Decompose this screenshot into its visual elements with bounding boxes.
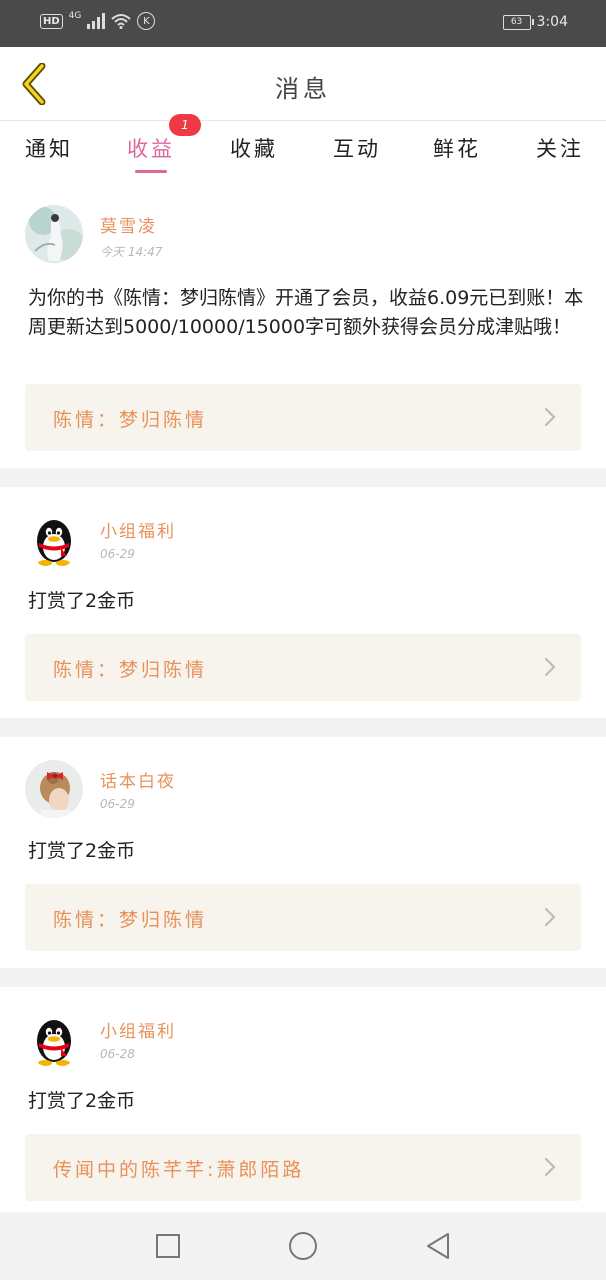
chevron-right-icon: [544, 407, 556, 427]
system-nav-bar: [0, 1212, 606, 1280]
home-button[interactable]: [287, 1230, 319, 1262]
circle-icon: [289, 1232, 317, 1260]
book-title: 传闻中的陈芊芊:萧郎陌路: [53, 1159, 305, 1181]
status-right: 63 3:04: [502, 14, 568, 30]
chevron-right-icon: [544, 907, 556, 927]
tab-bar: 通知 收益 收藏 互动 鲜花 关注: [0, 121, 606, 177]
chevron-right-icon: [544, 1157, 556, 1177]
qq-penguin-avatar[interactable]: [25, 1010, 83, 1068]
message-text: 打赏了2金币: [28, 1090, 136, 1112]
tab-flowers[interactable]: 鲜花: [433, 133, 481, 163]
page-title: 消息: [275, 75, 331, 103]
header: 消息: [0, 47, 606, 121]
message-time: 06-29: [100, 547, 135, 561]
k-icon: K: [137, 12, 156, 30]
tab-notice[interactable]: 通知: [25, 133, 73, 163]
book-link[interactable]: 陈情：梦归陈情: [25, 384, 581, 451]
signal-icon: [87, 13, 106, 29]
wifi-icon: [111, 14, 132, 29]
book-link[interactable]: 传闻中的陈芊芊:萧郎陌路: [25, 1134, 581, 1201]
tab-interaction[interactable]: 互动: [333, 133, 381, 163]
book-link[interactable]: 陈情：梦归陈情: [25, 634, 581, 701]
status-left: HD 4G K: [40, 11, 156, 30]
hd-indicator: HD: [40, 13, 63, 29]
message-card: 话本白夜 06-29 打赏了2金币 陈情：梦归陈情: [0, 737, 606, 968]
message-time: 06-29: [100, 797, 135, 811]
square-icon: [156, 1234, 180, 1258]
book-title: 陈情：梦归陈情: [53, 409, 208, 431]
clock: 3:04: [536, 14, 568, 30]
book-title: 陈情：梦归陈情: [53, 909, 208, 931]
sender-name[interactable]: 小组福利: [100, 517, 176, 542]
message-text: 为你的书《陈情：梦归陈情》开通了会员，收益6.09元已到账！本周更新达到5000…: [28, 287, 584, 338]
qq-penguin-avatar[interactable]: [25, 510, 83, 568]
back-nav-button[interactable]: [422, 1230, 454, 1262]
tab-income[interactable]: 收益: [127, 133, 175, 163]
message-text: 打赏了2金币: [28, 590, 136, 612]
book-link[interactable]: 陈情：梦归陈情: [25, 884, 581, 951]
book-title: 陈情：梦归陈情: [53, 659, 208, 681]
triangle-back-icon: [427, 1233, 449, 1259]
message-time: 今天 14:47: [100, 245, 163, 259]
sender-name[interactable]: 小组福利: [100, 1017, 176, 1042]
message-card: 莫雪凌 今天 14:47 为你的书《陈情：梦归陈情》开通了会员，收益6.09元已…: [0, 177, 606, 468]
battery-icon: 63: [502, 14, 534, 30]
network-type: 4G: [68, 11, 82, 21]
sender-name[interactable]: 莫雪凌: [100, 212, 157, 237]
illustration-avatar[interactable]: [25, 205, 83, 263]
message-card: 小组福利 06-29 打赏了2金币 陈情：梦归陈情: [0, 487, 606, 718]
girl-photo-avatar[interactable]: [25, 760, 83, 818]
tab-favorites[interactable]: 收藏: [230, 133, 278, 163]
unread-badge: 1: [169, 114, 201, 136]
message-card: 小组福利 06-28 打赏了2金币 传闻中的陈芊芊:萧郎陌路: [0, 987, 606, 1212]
chevron-right-icon: [544, 657, 556, 677]
recent-apps-button[interactable]: [152, 1230, 184, 1262]
message-text: 打赏了2金币: [28, 840, 136, 862]
message-time: 06-28: [100, 1047, 135, 1061]
status-bar: HD 4G K 63 3:04: [0, 0, 606, 47]
sender-name[interactable]: 话本白夜: [100, 767, 176, 792]
active-tab-indicator: [135, 170, 167, 173]
tab-follow[interactable]: 关注: [536, 133, 584, 163]
